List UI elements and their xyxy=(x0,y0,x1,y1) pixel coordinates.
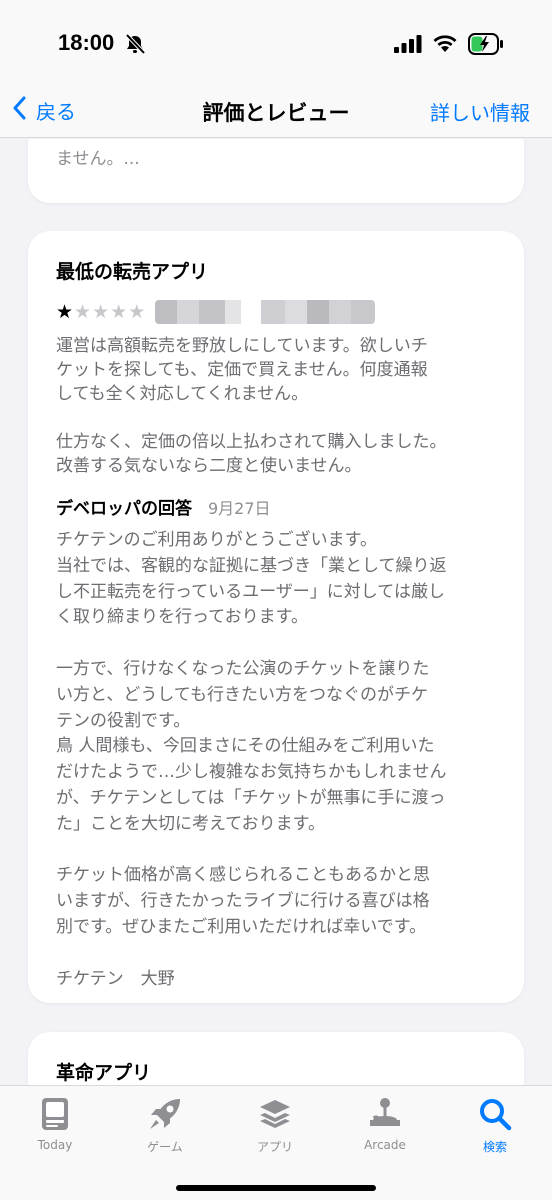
reviewer-name-redacted xyxy=(155,300,376,324)
today-icon xyxy=(10,1094,100,1134)
layers-icon xyxy=(230,1094,320,1134)
wifi-icon xyxy=(432,33,458,57)
reviews-scroll-area[interactable]: ません。... 最低の転売アプリ ★ ★ ★ ★ ★ 運営は高額転売を野放しにし… xyxy=(0,139,552,1085)
previous-review-card[interactable]: ません。... xyxy=(28,139,524,203)
status-bar: 18:00 xyxy=(0,0,552,88)
tab-search[interactable]: 検索 xyxy=(450,1094,540,1155)
tab-arcade[interactable]: Arcade xyxy=(340,1094,430,1152)
battery-charging-icon xyxy=(468,33,504,59)
search-icon xyxy=(450,1094,540,1134)
star-empty-icon: ★ xyxy=(92,301,110,323)
review-title: 最低の転売アプリ xyxy=(56,261,209,283)
star-empty-icon: ★ xyxy=(110,301,128,323)
previous-review-text: ません。... xyxy=(56,149,140,169)
next-review-card[interactable]: 革命アプリ xyxy=(28,1032,524,1085)
tab-apps[interactable]: アプリ xyxy=(230,1094,320,1155)
more-info-link[interactable]: 詳しい情報 xyxy=(430,97,530,126)
navigation-bar: 戻る 評価とレビュー 詳しい情報 xyxy=(0,88,552,138)
bell-off-icon xyxy=(124,33,146,59)
star-filled-icon: ★ xyxy=(56,301,74,323)
joystick-icon xyxy=(340,1094,430,1134)
tab-label: アプリ xyxy=(256,1140,293,1154)
home-indicator[interactable] xyxy=(176,1185,376,1191)
next-review-title: 革命アプリ xyxy=(56,1062,152,1084)
tab-label: ゲーム xyxy=(147,1140,183,1154)
tab-label: Arcade xyxy=(364,1138,406,1152)
rating-row: ★ ★ ★ ★ ★ xyxy=(56,299,498,325)
developer-response-date: 9月27日 xyxy=(208,499,271,518)
tab-games[interactable]: ゲーム xyxy=(120,1094,210,1155)
tab-label: Today xyxy=(37,1138,73,1152)
star-empty-icon: ★ xyxy=(128,301,146,323)
star-empty-icon: ★ xyxy=(74,301,92,323)
review-body: 運営は高額転売を野放しにしています。欲しいチ ケットを探しても、定価で買えません… xyxy=(56,336,447,476)
developer-response-label: デベロッパの回答 xyxy=(56,499,192,519)
tab-bar: Today ゲーム アプリ Arcade 検索 xyxy=(0,1085,552,1200)
status-time: 18:00 xyxy=(58,30,115,55)
developer-response-header: デベロッパの回答 9月27日 xyxy=(56,494,498,520)
tab-today[interactable]: Today xyxy=(10,1094,100,1152)
tab-label: 検索 xyxy=(482,1140,507,1154)
review-card[interactable]: 最低の転売アプリ ★ ★ ★ ★ ★ 運営は高額転売を野放しにしています。欲しい… xyxy=(28,231,524,1003)
developer-response-text: チケテンのご利用ありがとうございます。 当社では、客観的な証拠に基づき「業として… xyxy=(56,530,447,989)
star-rating: ★ ★ ★ ★ ★ xyxy=(56,301,145,323)
rocket-icon xyxy=(120,1094,210,1134)
signal-icon xyxy=(394,35,422,57)
